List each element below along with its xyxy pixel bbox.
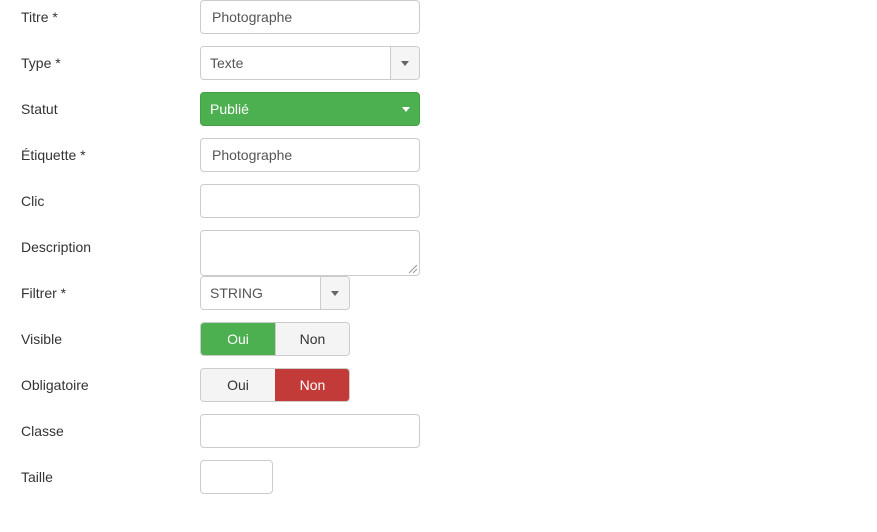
- statut-select-toggle[interactable]: [393, 93, 419, 125]
- obligatoire-toggle-no[interactable]: Non: [275, 369, 349, 401]
- control-description: [200, 230, 420, 276]
- visible-toggle-group: Oui Non: [200, 322, 350, 356]
- statut-select-value: Publié: [210, 101, 249, 117]
- control-visible: Oui Non: [200, 322, 350, 356]
- label-titre: Titre *: [21, 9, 58, 25]
- description-textarea[interactable]: [200, 230, 420, 276]
- filtrer-select-toggle[interactable]: [320, 277, 349, 309]
- filtrer-select[interactable]: STRING: [200, 276, 350, 310]
- label-type: Type *: [21, 55, 61, 71]
- chevron-down-icon: [331, 290, 339, 296]
- obligatoire-toggle-group: Oui Non: [200, 368, 350, 402]
- label-visible: Visible: [21, 331, 62, 347]
- control-obligatoire: Oui Non: [200, 368, 350, 402]
- control-taille: [200, 460, 273, 494]
- etiquette-input[interactable]: [200, 138, 420, 172]
- form-row-filtrer: Filtrer * STRING: [0, 276, 877, 322]
- titre-input[interactable]: [200, 0, 420, 34]
- form-row-etiquette: Étiquette *: [0, 138, 877, 184]
- chevron-down-icon: [402, 106, 410, 112]
- form-row-taille: Taille: [0, 460, 877, 506]
- control-etiquette: [200, 138, 420, 172]
- label-filtrer: Filtrer *: [21, 285, 67, 301]
- chevron-down-icon: [401, 60, 409, 66]
- control-statut: Publié: [200, 92, 420, 126]
- taille-input[interactable]: [200, 460, 273, 494]
- form-row-description: Description: [0, 230, 877, 276]
- form-row-statut: Statut Publié: [0, 92, 877, 138]
- label-description: Description: [21, 239, 92, 255]
- filtrer-select-value: STRING: [201, 277, 320, 309]
- form-row-clic: Clic: [0, 184, 877, 230]
- control-type: Texte: [200, 46, 420, 80]
- label-taille: Taille: [21, 469, 53, 485]
- form-row-type: Type * Texte: [0, 46, 877, 92]
- type-select[interactable]: Texte: [200, 46, 420, 80]
- control-clic: [200, 184, 420, 218]
- form-row-obligatoire: Obligatoire Oui Non: [0, 368, 877, 414]
- visible-toggle-no[interactable]: Non: [275, 323, 349, 355]
- label-obligatoire: Obligatoire: [21, 377, 89, 393]
- type-select-value: Texte: [201, 47, 390, 79]
- label-etiquette: Étiquette *: [21, 147, 86, 163]
- label-clic: Clic: [21, 193, 45, 209]
- form-row-visible: Visible Oui Non: [0, 322, 877, 368]
- obligatoire-toggle-yes[interactable]: Oui: [201, 369, 275, 401]
- form-row-classe: Classe: [0, 414, 877, 460]
- statut-select[interactable]: Publié: [200, 92, 420, 126]
- form-row-titre: Titre *: [0, 0, 877, 46]
- label-statut: Statut: [21, 101, 58, 117]
- field-edit-form: Titre * Type * Texte Statut Publié Étiquette …: [0, 0, 877, 506]
- control-classe: [200, 414, 420, 448]
- control-filtrer: STRING: [200, 276, 350, 310]
- clic-input[interactable]: [200, 184, 420, 218]
- label-classe: Classe: [21, 423, 64, 439]
- visible-toggle-yes[interactable]: Oui: [201, 323, 275, 355]
- description-textarea-wrap: [200, 230, 420, 276]
- type-select-toggle[interactable]: [390, 47, 419, 79]
- classe-input[interactable]: [200, 414, 420, 448]
- control-titre: [200, 0, 420, 34]
